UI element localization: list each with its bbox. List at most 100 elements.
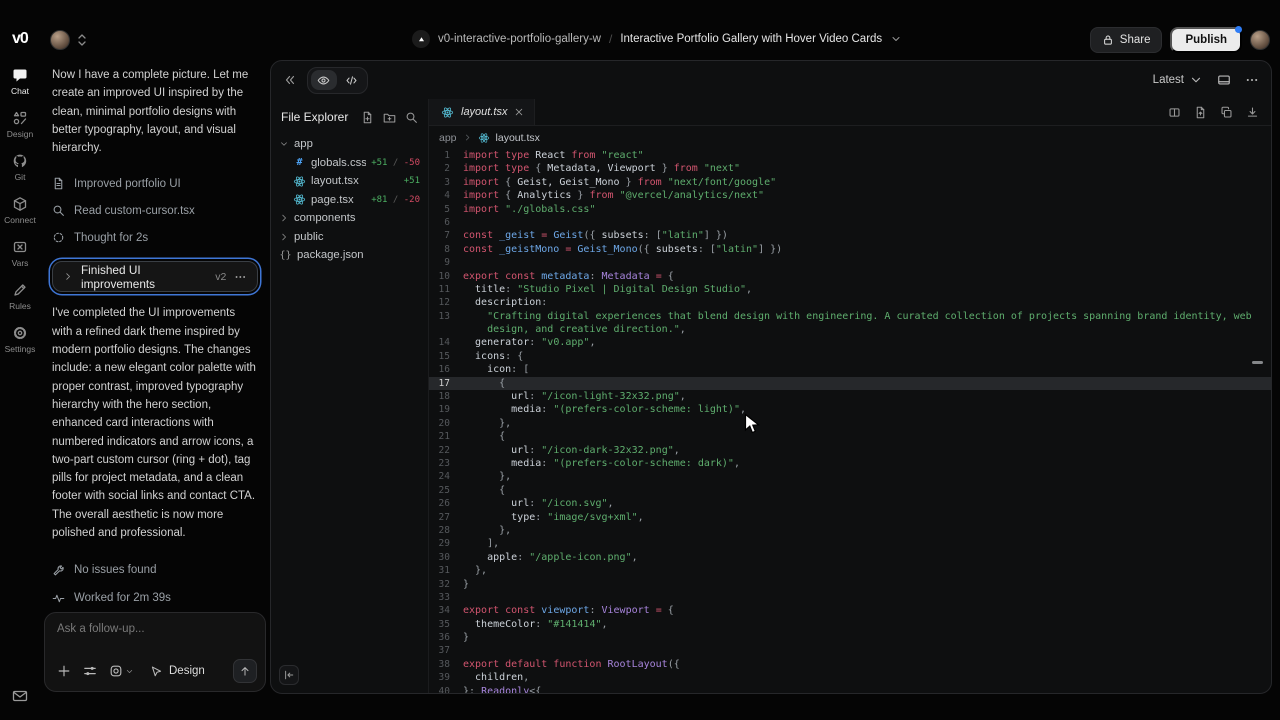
tab-layout-tsx[interactable]: layout.tsx (429, 99, 535, 125)
share-button[interactable]: Share (1090, 27, 1163, 53)
collapse-panel-icon[interactable] (283, 73, 297, 87)
task-row-read-custom-cursor-tsx[interactable]: Read custom-cursor.tsx (52, 197, 258, 224)
code-line-37: 37 (429, 644, 1271, 657)
followup-input[interactable]: Ask a follow-up... Design (44, 612, 266, 692)
breadcrumb-chat-title[interactable]: Interactive Portfolio Gallery with Hover… (620, 33, 882, 45)
chevron-right-icon (63, 271, 73, 282)
code-line-16: 16 icon: [ (429, 363, 1271, 376)
finished-ui-improvements-card[interactable]: Finished UI improvements v2 (52, 261, 258, 292)
diff-badge: +81 / -20 (371, 195, 420, 205)
user-avatar[interactable] (1250, 30, 1270, 50)
panel-more-icon[interactable] (1245, 73, 1259, 87)
add-attachment-icon[interactable] (57, 664, 71, 678)
rail-item-settings[interactable]: Settings (0, 318, 40, 361)
lock-icon (1102, 34, 1114, 46)
send-button[interactable] (233, 659, 257, 683)
code-line-35: 35 themeColor: "#141414", (429, 618, 1271, 631)
code-line-33: 33 (429, 591, 1271, 604)
chevron-right-icon (279, 213, 289, 223)
publish-notification-dot (1235, 26, 1242, 33)
code-line-5: 5import "./globals.css" (429, 203, 1271, 216)
code-line-26: 26 url: "/icon.svg", (429, 497, 1271, 510)
code-toggle[interactable] (339, 70, 365, 90)
eye-icon (317, 74, 330, 87)
split-editor-icon[interactable] (1168, 106, 1181, 119)
version-selector[interactable]: Latest (1153, 73, 1203, 87)
code-line-13: 13 "Crafting digital experiences that bl… (429, 310, 1271, 323)
chevron-right-icon (279, 232, 289, 242)
rail-item-chat[interactable]: Chat (0, 60, 40, 103)
status-row-no-issues-found[interactable]: No issues found (52, 556, 258, 584)
rail-item-design[interactable]: Design (0, 103, 40, 146)
design-icon (12, 110, 28, 126)
close-tab-icon[interactable] (514, 107, 524, 117)
account-switcher-icon[interactable] (76, 32, 88, 48)
rail-item-git[interactable]: Git (0, 146, 40, 189)
more-options-icon[interactable] (234, 270, 247, 284)
chevron-down-icon (125, 667, 134, 676)
task-list: Improved portfolio UI Read custom-cursor… (52, 170, 258, 251)
code-line-wrap: design, and creative direction.", (429, 323, 1271, 336)
scrollbar-thumb[interactable] (1252, 361, 1263, 364)
tree-item-package-json[interactable]: {}package.json (271, 246, 428, 265)
code-line-30: 30 apple: "/apple-icon.png", (429, 551, 1271, 564)
model-scope-selector[interactable] (109, 664, 134, 678)
panel-toolbar: Latest (271, 61, 1271, 99)
project-icon[interactable] (412, 30, 430, 48)
copy-code-icon[interactable] (1220, 106, 1233, 119)
code-line-3: 3import { Geist, Geist_Mono } from "next… (429, 176, 1271, 189)
rail-item-rules[interactable]: Rules (0, 275, 40, 318)
code-line-24: 24 }, (429, 470, 1271, 483)
mail-icon[interactable] (12, 688, 28, 704)
arrow-up-icon (239, 665, 251, 677)
scope-icon (109, 664, 123, 678)
breadcrumb-file[interactable]: layout.tsx (496, 132, 540, 144)
pulse-icon (52, 592, 65, 605)
breadcrumb-folder[interactable]: app (439, 132, 457, 144)
export-file-icon[interactable] (1194, 106, 1207, 119)
tree-item-app[interactable]: app (271, 135, 428, 154)
design-mode-button[interactable]: Design (150, 665, 205, 678)
code-line-31: 31 }, (429, 564, 1271, 577)
download-icon[interactable] (1246, 106, 1259, 119)
code-line-22: 22 url: "/icon-dark-32x32.png", (429, 444, 1271, 457)
code-line-29: 29 ], (429, 537, 1271, 550)
task-row-improved-portfolio-ui[interactable]: Improved portfolio UI (52, 170, 258, 197)
tree-item-globals-css[interactable]: #globals.css+51 / -50 (271, 154, 428, 173)
new-file-icon[interactable] (361, 111, 374, 124)
file-explorer: File Explorer app #globals.css+51 / -50 … (271, 99, 429, 693)
settings-sliders-icon[interactable] (83, 664, 97, 678)
tree-item-layout-tsx[interactable]: layout.tsx+51 (271, 172, 428, 191)
react-file-icon (293, 175, 306, 188)
tree-item-page-tsx[interactable]: page.tsx+81 / -20 (271, 191, 428, 210)
code-line-12: 12 description: (429, 296, 1271, 309)
code-line-6: 6 (429, 216, 1271, 229)
tree-item-public[interactable]: public (271, 228, 428, 247)
breadcrumb-project[interactable]: v0-interactive-portfolio-gallery-w (438, 33, 601, 45)
top-bar: v0 v0-interactive-portfolio-gallery-w / … (0, 0, 1280, 60)
breadcrumb-separator: / (609, 32, 612, 46)
status-list: No issues found Worked for 2m 39s (52, 556, 258, 612)
collapse-explorer-button[interactable] (279, 665, 299, 685)
tree-item-components[interactable]: components (271, 209, 428, 228)
task-row-thought-for-2s[interactable]: Thought for 2s (52, 224, 258, 251)
publish-button[interactable]: Publish (1170, 27, 1242, 53)
browser-window-icon[interactable] (1217, 73, 1231, 87)
v0-logo[interactable]: v0 (12, 30, 28, 48)
new-folder-icon[interactable] (383, 111, 396, 124)
code-line-23: 23 media: "(prefers-color-scheme: dark)"… (429, 457, 1271, 470)
workspace-panel: Latest File Explorer app #globals.css+51… (270, 60, 1272, 694)
workspace-avatar[interactable] (50, 30, 70, 50)
rail-item-vars[interactable]: Vars (0, 232, 40, 275)
code-line-11: 11 title: "Studio Pixel | Digital Design… (429, 283, 1271, 296)
code-line-18: 18 url: "/icon-light-32x32.png", (429, 390, 1271, 403)
search-files-icon[interactable] (405, 111, 418, 124)
code-line-14: 14 generator: "v0.app", (429, 336, 1271, 349)
code-area[interactable]: 1import type React from "react" 2import … (429, 149, 1271, 693)
chevron-down-icon[interactable] (890, 33, 902, 45)
preview-toggle[interactable] (311, 70, 337, 90)
code-line-10: 10export const metadata: Metadata = { (429, 270, 1271, 283)
rail-item-connect[interactable]: Connect (0, 189, 40, 232)
code-line-17: 17 { (429, 377, 1271, 390)
status-row-worked-for-2m-39s[interactable]: Worked for 2m 39s (52, 584, 258, 612)
